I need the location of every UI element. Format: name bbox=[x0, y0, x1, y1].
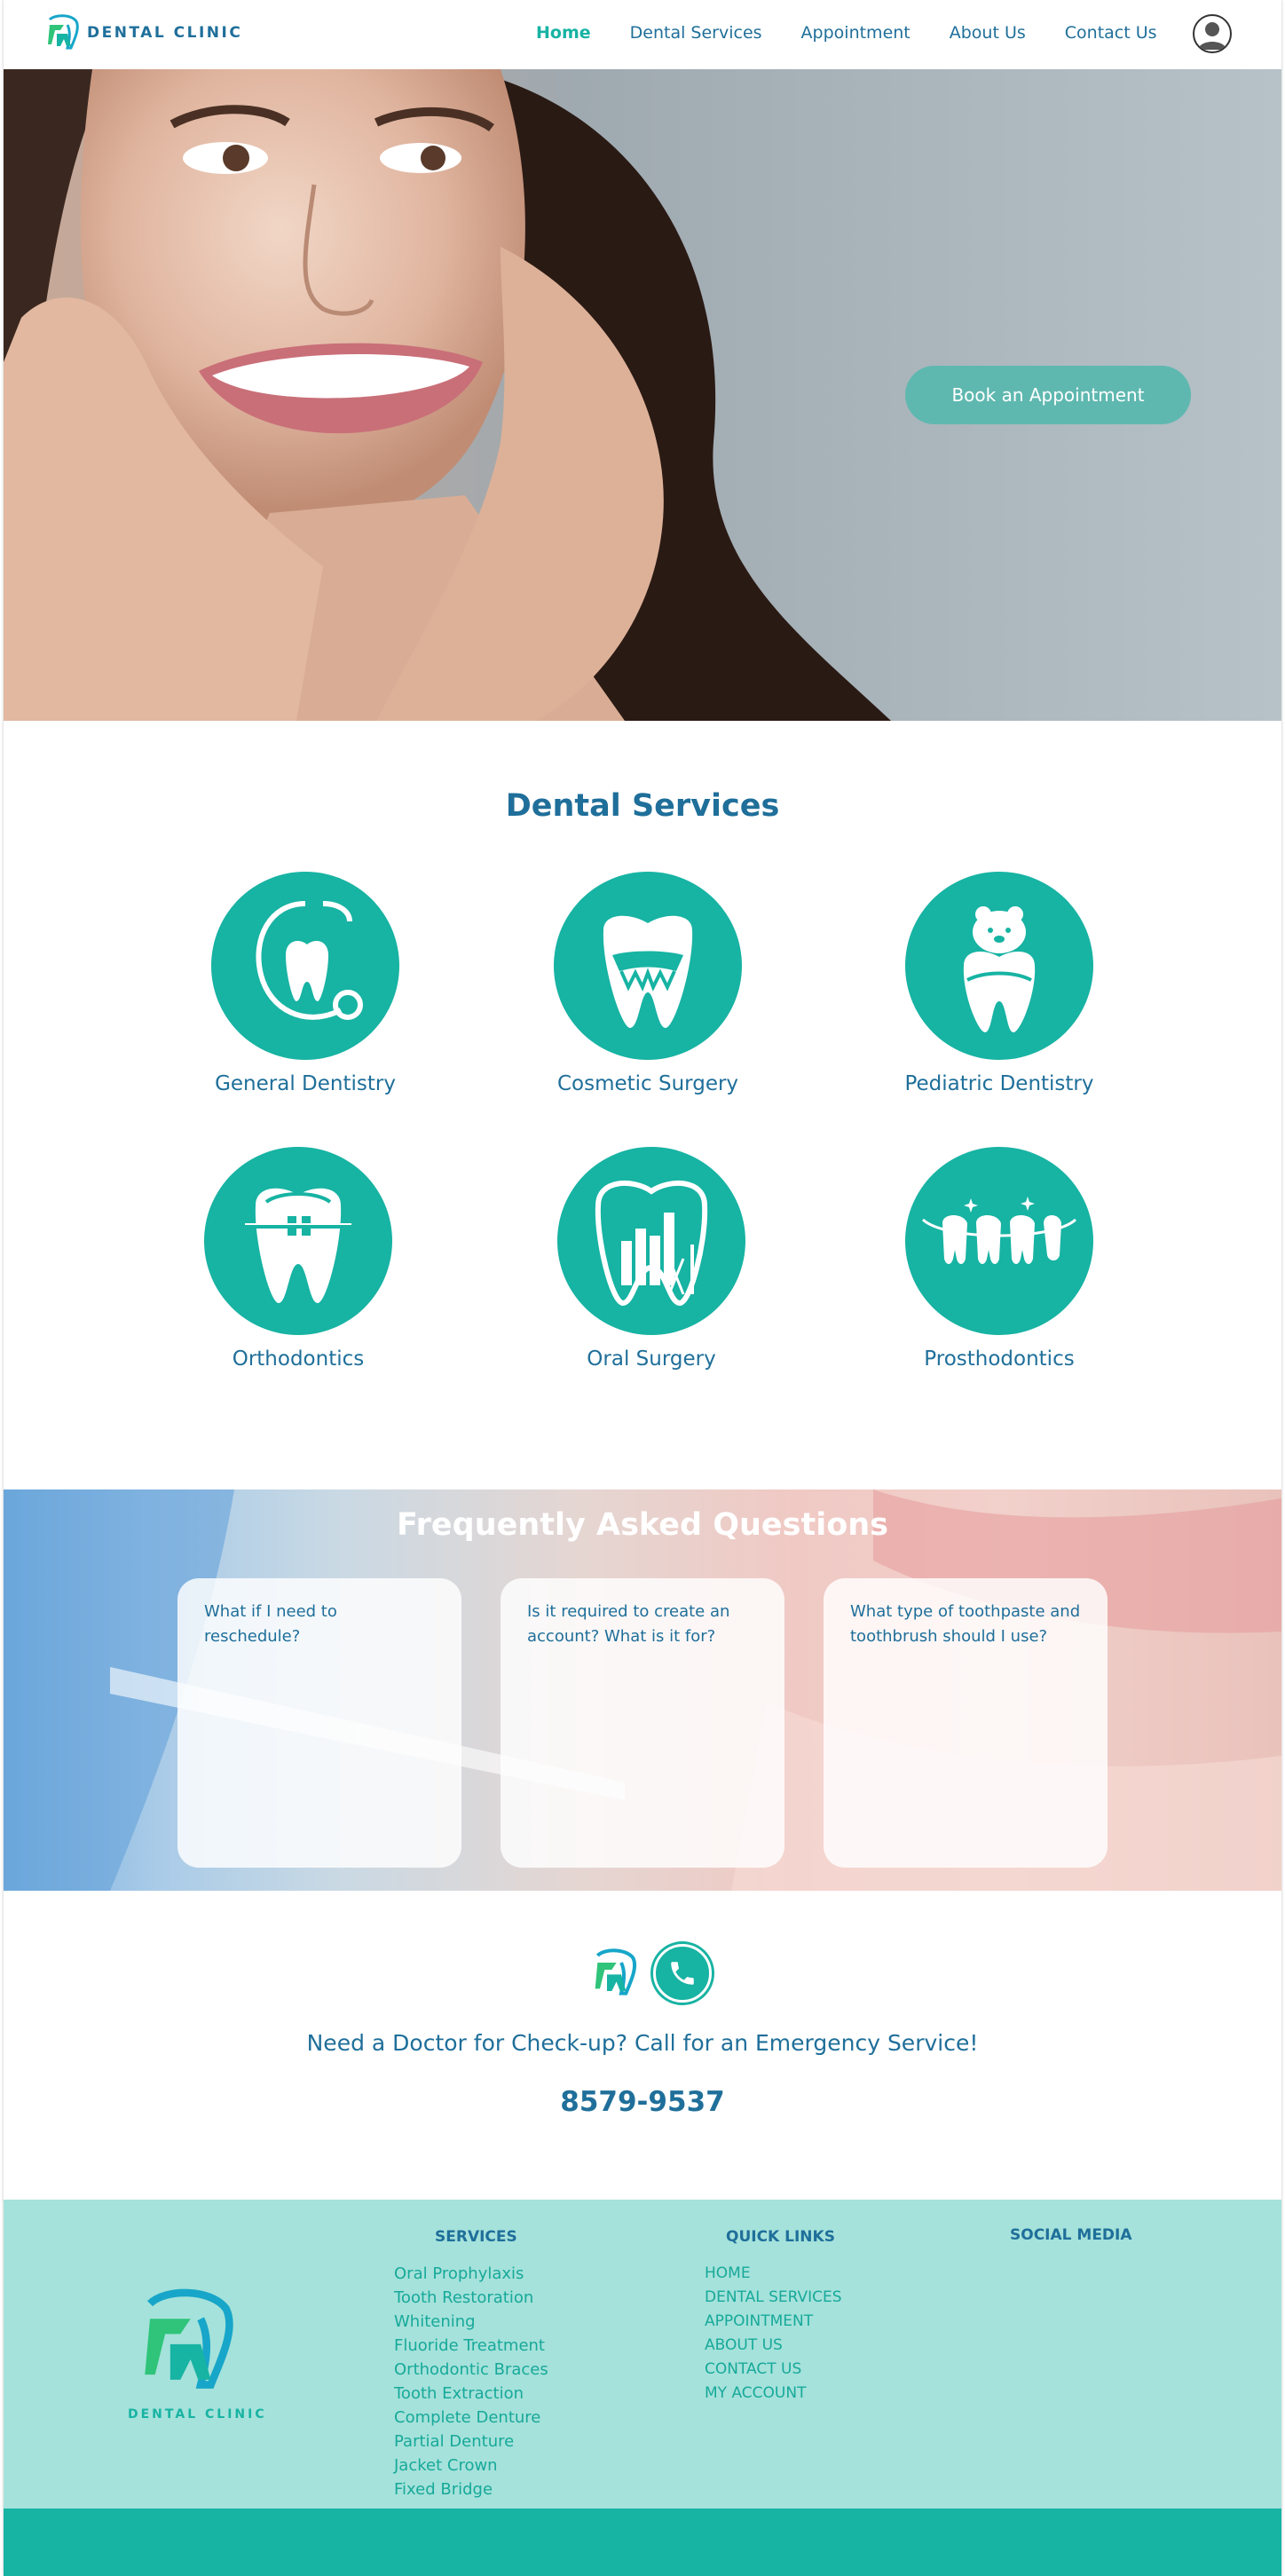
footer-service-link[interactable]: Fixed Bridge bbox=[394, 2477, 548, 2501]
footer-bottom-bar bbox=[4, 2509, 1281, 2576]
faq-title: Frequently Asked Questions bbox=[396, 1507, 889, 1543]
footer-services-column: SERVICES Oral Prophylaxis Tooth Restorat… bbox=[394, 2228, 548, 2501]
clinic-logo-icon bbox=[48, 14, 79, 50]
hero-banner: Book an Appointment bbox=[4, 69, 1281, 721]
surgery-tooth-icon bbox=[557, 1147, 745, 1335]
emergency-phone-number[interactable]: 8579-9537 bbox=[4, 2086, 1281, 2118]
clinic-logo-icon bbox=[145, 2288, 233, 2389]
footer-service-link[interactable]: Fluoride Treatment bbox=[394, 2334, 548, 2358]
footer-brand-name: DENTAL CLINIC bbox=[128, 2407, 267, 2422]
service-cosmetic-surgery[interactable]: Cosmetic Surgery bbox=[515, 872, 781, 1095]
footer-service-link[interactable]: Jacket Crown bbox=[394, 2454, 548, 2477]
footer-quicklinks-heading: QUICK LINKS bbox=[726, 2228, 835, 2246]
phone-icon[interactable] bbox=[653, 1944, 712, 2003]
footer-brand-logo[interactable]: DENTAL CLINIC bbox=[128, 2288, 267, 2422]
faq-question: What type of toothpaste and toothbrush s… bbox=[850, 1602, 1081, 1646]
faq-card-reschedule[interactable]: What if I need to reschedule? bbox=[177, 1578, 461, 1868]
service-prosthodontics[interactable]: Prosthodontics bbox=[866, 1147, 1132, 1371]
service-general-dentistry[interactable]: General Dentistry bbox=[172, 872, 438, 1095]
footer-quick-link[interactable]: DENTAL SERVICES bbox=[705, 2286, 842, 2310]
service-oral-surgery[interactable]: Oral Surgery bbox=[518, 1147, 784, 1371]
nav-links: Home Dental Services Appointment About U… bbox=[536, 23, 1196, 43]
service-label: Pediatric Dentistry bbox=[904, 1072, 1094, 1095]
footer-service-link[interactable]: Partial Denture bbox=[394, 2430, 548, 2454]
faq-card-account[interactable]: Is it required to create an account? Wha… bbox=[501, 1578, 784, 1868]
footer-quick-link[interactable]: APPOINTMENT bbox=[705, 2310, 842, 2334]
footer-service-link[interactable]: Orthodontic Braces bbox=[394, 2358, 548, 2382]
denture-teeth-icon bbox=[905, 1147, 1093, 1335]
footer: DENTAL CLINIC SERVICES Oral Prophylaxis … bbox=[4, 2200, 1281, 2509]
service-orthodontics[interactable]: Orthodontics bbox=[165, 1147, 431, 1371]
service-label: Orthodontics bbox=[232, 1347, 365, 1371]
emergency-message: Need a Doctor for Check-up? Call for an … bbox=[306, 2030, 979, 2056]
nav-about-us[interactable]: About Us bbox=[950, 23, 1026, 43]
footer-quick-link[interactable]: HOME bbox=[705, 2262, 842, 2286]
footer-quick-link[interactable]: CONTACT US bbox=[705, 2358, 842, 2382]
clinic-logo-icon bbox=[595, 1948, 637, 1995]
brand-name: DENTAL CLINIC bbox=[87, 24, 243, 42]
service-label: Cosmetic Surgery bbox=[556, 1072, 739, 1095]
footer-service-link[interactable]: Whitening bbox=[394, 2310, 548, 2334]
faq-question: What if I need to reschedule? bbox=[204, 1602, 337, 1646]
service-label: General Dentistry bbox=[215, 1072, 396, 1095]
footer-social-heading: SOCIAL MEDIA bbox=[1010, 2226, 1132, 2244]
nav-home[interactable]: Home bbox=[536, 23, 591, 43]
footer-quicklinks-column: QUICK LINKS HOME DENTAL SERVICES APPOINT… bbox=[705, 2228, 842, 2406]
braces-tooth-icon bbox=[204, 1147, 392, 1335]
footer-quick-link[interactable]: ABOUT US bbox=[705, 2334, 842, 2358]
nav-contact-us[interactable]: Contact Us bbox=[1065, 23, 1157, 43]
footer-service-link[interactable]: Complete Denture bbox=[394, 2406, 548, 2430]
nav-dental-services[interactable]: Dental Services bbox=[630, 23, 762, 43]
stethoscope-tooth-icon bbox=[211, 872, 399, 1060]
service-pediatric-dentistry[interactable]: Pediatric Dentistry bbox=[866, 872, 1132, 1095]
page-frame: DENTAL CLINIC Home Dental Services Appoi… bbox=[4, 0, 1281, 2576]
footer-quick-link[interactable]: MY ACCOUNT bbox=[705, 2382, 842, 2406]
faq-question: Is it required to create an account? Wha… bbox=[527, 1602, 730, 1646]
footer-service-link[interactable]: Oral Prophylaxis bbox=[394, 2262, 548, 2286]
footer-service-link[interactable]: Tooth Restoration bbox=[394, 2286, 548, 2310]
top-navbar: DENTAL CLINIC Home Dental Services Appoi… bbox=[4, 0, 1281, 69]
footer-services-heading: SERVICES bbox=[435, 2228, 517, 2246]
emergency-icons bbox=[589, 1944, 712, 2003]
teddy-bear-tooth-icon bbox=[905, 872, 1093, 1060]
service-label: Prosthodontics bbox=[924, 1347, 1075, 1371]
nav-appointment[interactable]: Appointment bbox=[801, 23, 911, 43]
faq-section: Frequently Asked Questions What if I nee… bbox=[4, 1489, 1281, 1891]
footer-social-column: SOCIAL MEDIA bbox=[1010, 2226, 1132, 2260]
book-appointment-button[interactable]: Book an Appointment bbox=[905, 366, 1191, 424]
footer-service-link[interactable]: Tooth Extraction bbox=[394, 2382, 548, 2406]
cosmetic-tooth-icon bbox=[554, 872, 742, 1060]
service-label: Oral Surgery bbox=[587, 1347, 716, 1371]
faq-card-toothpaste[interactable]: What type of toothpaste and toothbrush s… bbox=[824, 1578, 1108, 1868]
user-avatar-icon[interactable] bbox=[1193, 14, 1232, 53]
brand-logo[interactable]: DENTAL CLINIC bbox=[44, 14, 242, 51]
services-title: Dental Services bbox=[505, 788, 780, 824]
